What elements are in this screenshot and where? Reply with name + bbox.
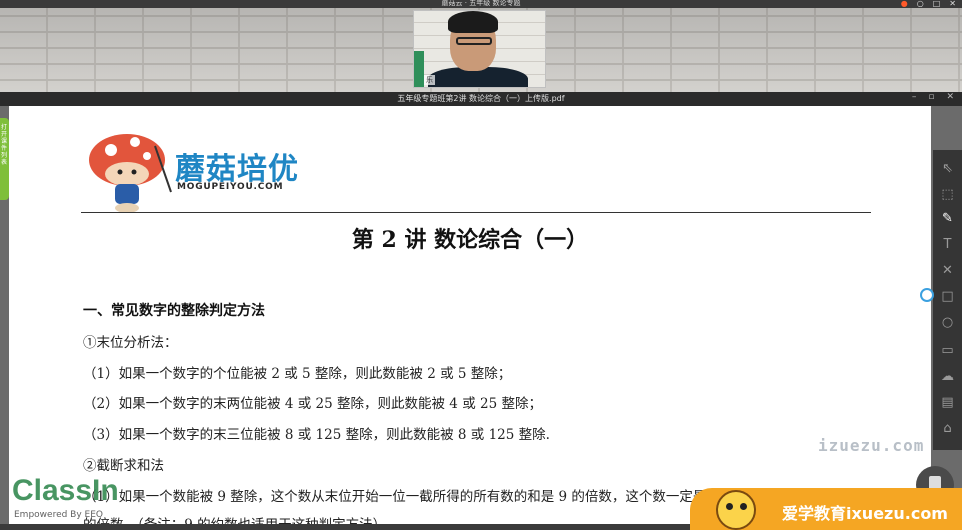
pointer-icon[interactable]: ⇖ [939, 160, 956, 177]
doc-line-rule-1: （1）如果一个数字的个位能被 2 或 5 整除，则此数能被 2 或 5 整除； [83, 366, 512, 382]
circle-icon[interactable]: ○ [939, 314, 956, 331]
teacher-video[interactable]: 乐 [413, 10, 546, 88]
record-icon[interactable]: ● [901, 0, 908, 8]
giraffe-mascot-icon [716, 490, 756, 530]
doc-line-rule-3: （3）如果一个数字的末三位能被 8 或 125 整除，则此数能被 8 或 125… [83, 427, 550, 443]
lecture-title: 第 2 讲 数论综合（一） [351, 227, 589, 253]
pen-icon[interactable]: ✎ [939, 210, 956, 227]
section-heading: 一、常见数字的整除判定方法 [83, 303, 265, 319]
select-icon[interactable]: ⬚ [939, 186, 956, 203]
promo-text: 爱学教育ixuezu.com [782, 504, 948, 523]
viewer-controls: – ▫ ✕ [912, 92, 954, 102]
mascot-eye-left [726, 503, 733, 510]
mushroom-logo-icon [89, 134, 172, 213]
close-icon[interactable]: ✕ [949, 0, 956, 8]
bottom-status-strip [0, 524, 690, 530]
note-icon[interactable]: ▭ [939, 342, 956, 359]
doc-line-rule-4: （1）如果一个数能被 9 整除，这个数从末位开始一位一截所得的所有数的和是 9 … [83, 489, 720, 505]
classin-tagline: Empowered By EEO [14, 510, 104, 520]
video-name-tag: 乐 [424, 75, 435, 85]
minimize-icon[interactable]: – [912, 92, 917, 102]
window-controls: ● ○ □ ✕ [901, 0, 956, 8]
pdf-viewer-titlebar: 五年级专题班第2讲 数论综合（一）上传版.pdf – ▫ ✕ [0, 92, 962, 106]
toolbar-drag-handle[interactable] [920, 288, 934, 302]
app-title-bar: 蘑菇云 · 五年级 数论专题 ● ○ □ ✕ [0, 0, 962, 8]
doc-line-rule-2: （2）如果一个数字的末两位能被 4 或 25 整除，则此数能被 4 或 25 整… [83, 396, 542, 412]
drawing-toolbar: ⇖ ⬚ ✎ T ✕ □ ○ ▭ ☁ ▤ ⌂ [933, 150, 962, 450]
viewer-close-icon[interactable]: ✕ [946, 92, 954, 102]
maximize-icon[interactable]: □ [933, 0, 941, 8]
classin-logo: ClassIn [12, 474, 119, 507]
video-side-strip [414, 51, 424, 87]
courseware-list-label: 打开课件列表 [1, 124, 8, 166]
site-watermark: izuezu.com [818, 436, 925, 455]
doc-line-method-1: ①末位分析法： [83, 335, 178, 351]
teacher-glasses [456, 37, 492, 45]
header-divider [81, 212, 871, 213]
shape-icon[interactable]: □ [939, 288, 956, 305]
settings-icon[interactable]: ○ [917, 0, 924, 8]
home-icon[interactable]: ⌂ [939, 420, 956, 437]
cloud-icon[interactable]: ☁ [939, 368, 956, 385]
teacher-hair [448, 11, 498, 33]
text-icon[interactable]: T [939, 236, 956, 253]
mascot-eye-right [740, 503, 747, 510]
doc-line-method-2: ②截断求和法 [83, 458, 164, 474]
eraser-icon[interactable]: ✕ [939, 262, 956, 279]
box-icon[interactable]: ▤ [939, 394, 956, 411]
brand-name-en: MOGUPEIYOU.COM [177, 182, 284, 192]
restore-icon[interactable]: ▫ [928, 92, 934, 102]
pdf-file-name: 五年级专题班第2讲 数论综合（一）上传版.pdf [397, 94, 565, 103]
app-title: 蘑菇云 · 五年级 数论专题 [441, 0, 521, 7]
pdf-page[interactable]: 蘑菇培优 MOGUPEIYOU.COM 第 2 讲 数论综合（一） 一、常见数字… [9, 106, 931, 530]
